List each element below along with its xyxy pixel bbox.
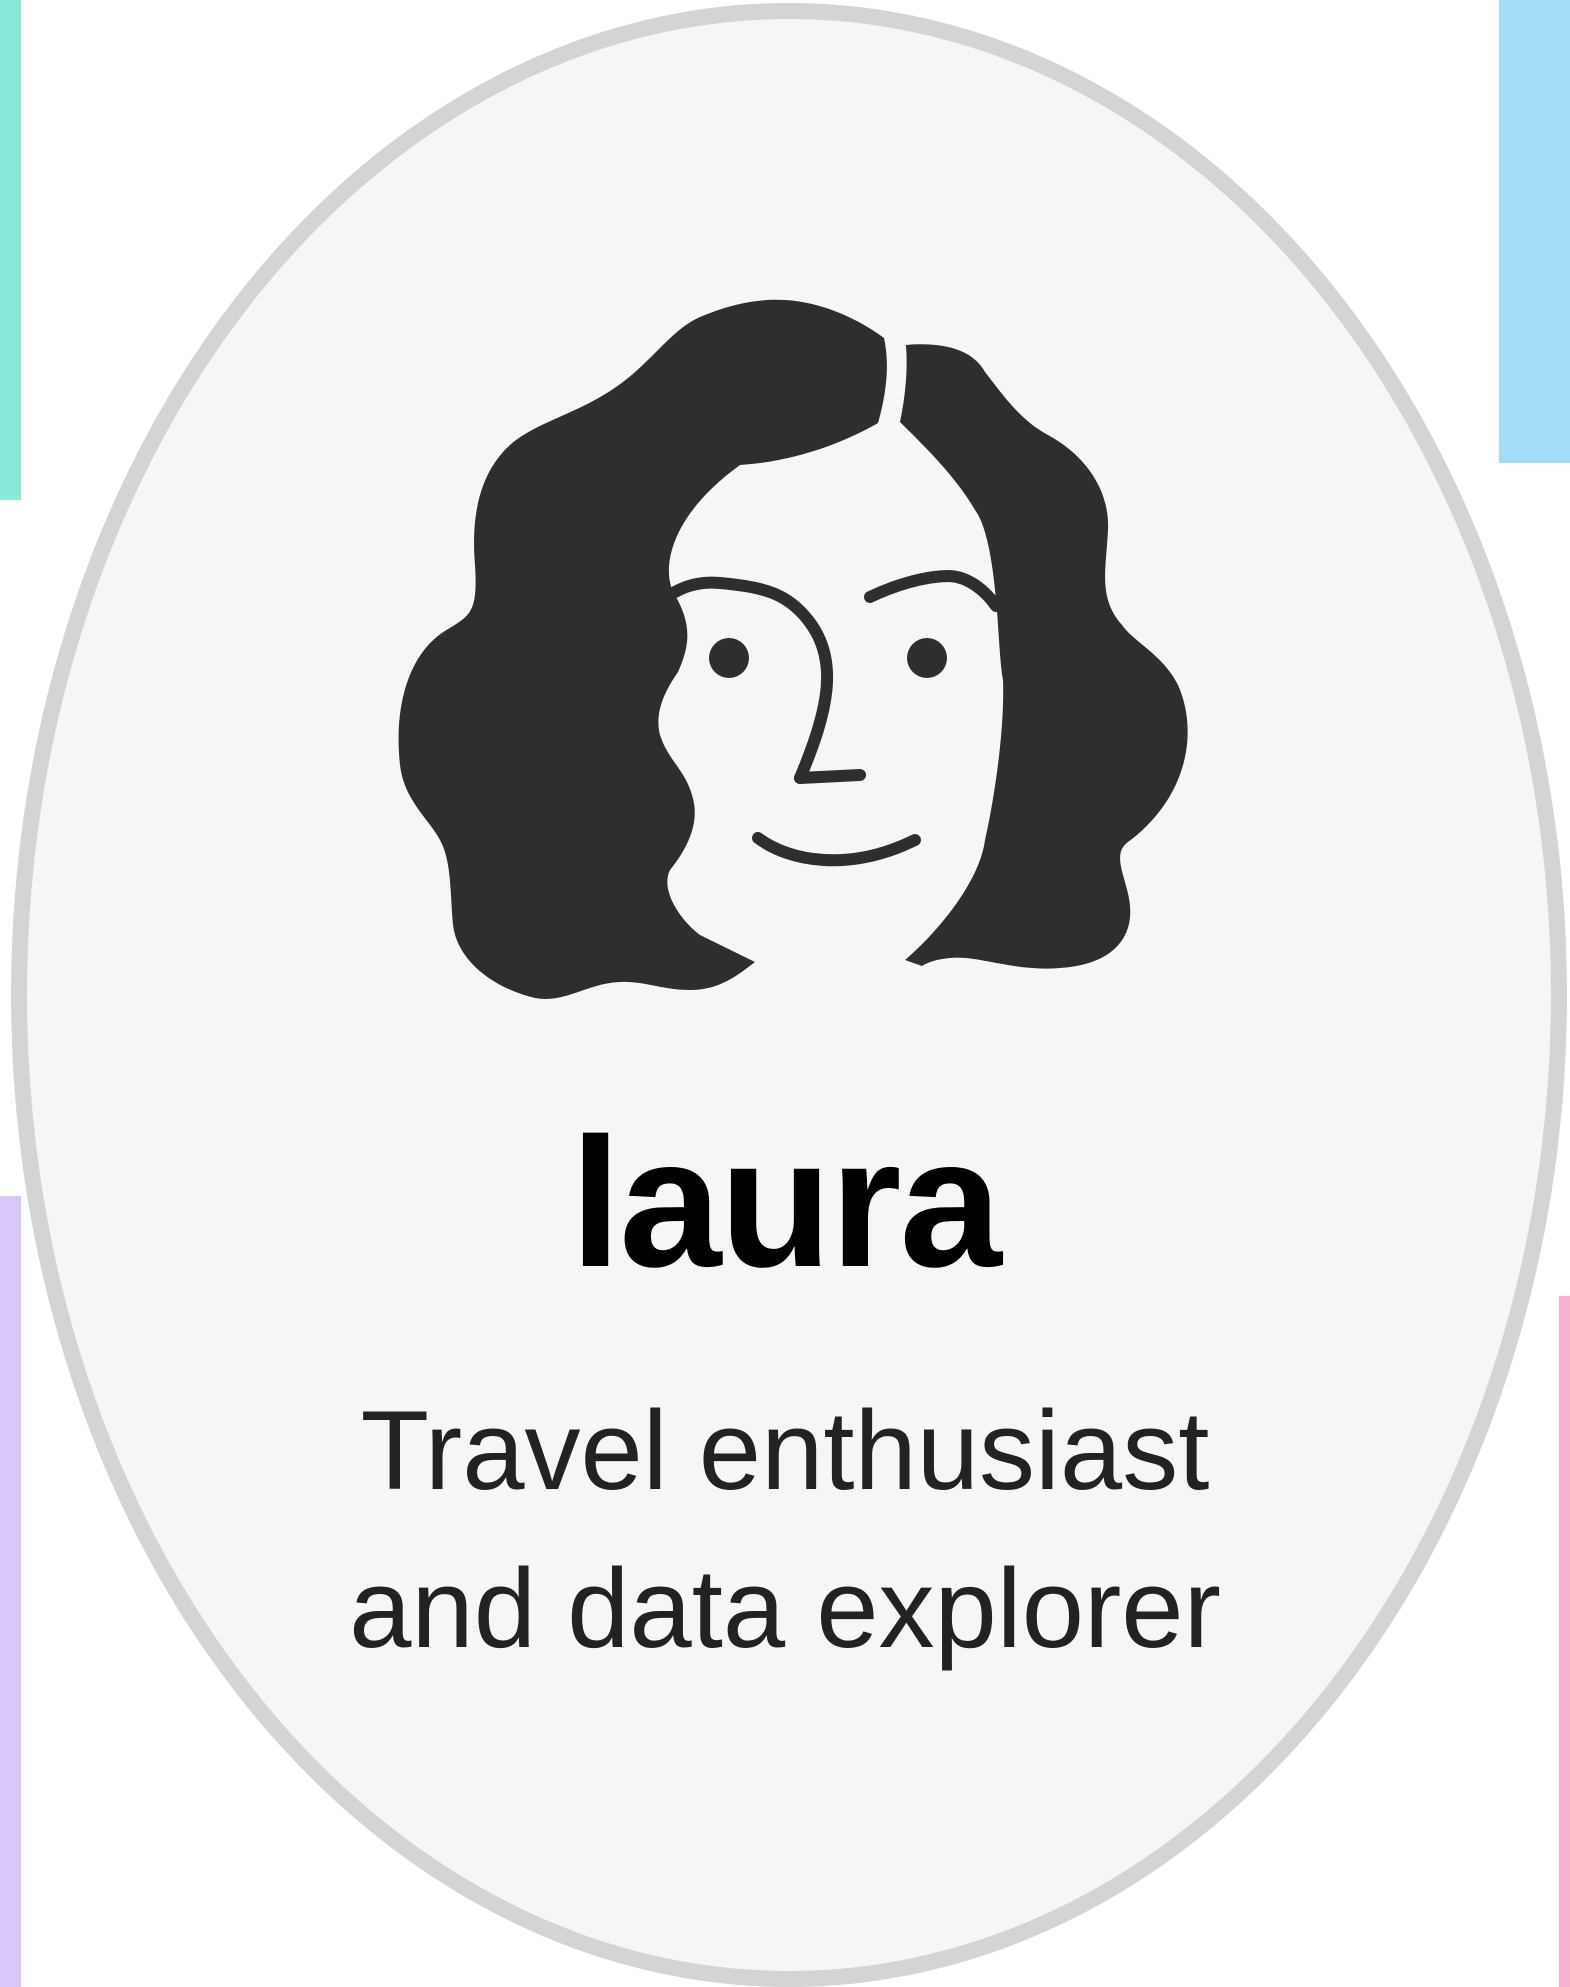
profile-card [11, 3, 1567, 1987]
profile-card-stage: laura Travel enthusiast and data explore… [0, 0, 1570, 1987]
eye-right [907, 638, 947, 678]
profile-name: laura [570, 1099, 1002, 1305]
profile-bio: Travel enthusiast and data explorer [349, 1388, 1221, 1671]
eye-left [709, 638, 749, 678]
nose [794, 769, 866, 784]
